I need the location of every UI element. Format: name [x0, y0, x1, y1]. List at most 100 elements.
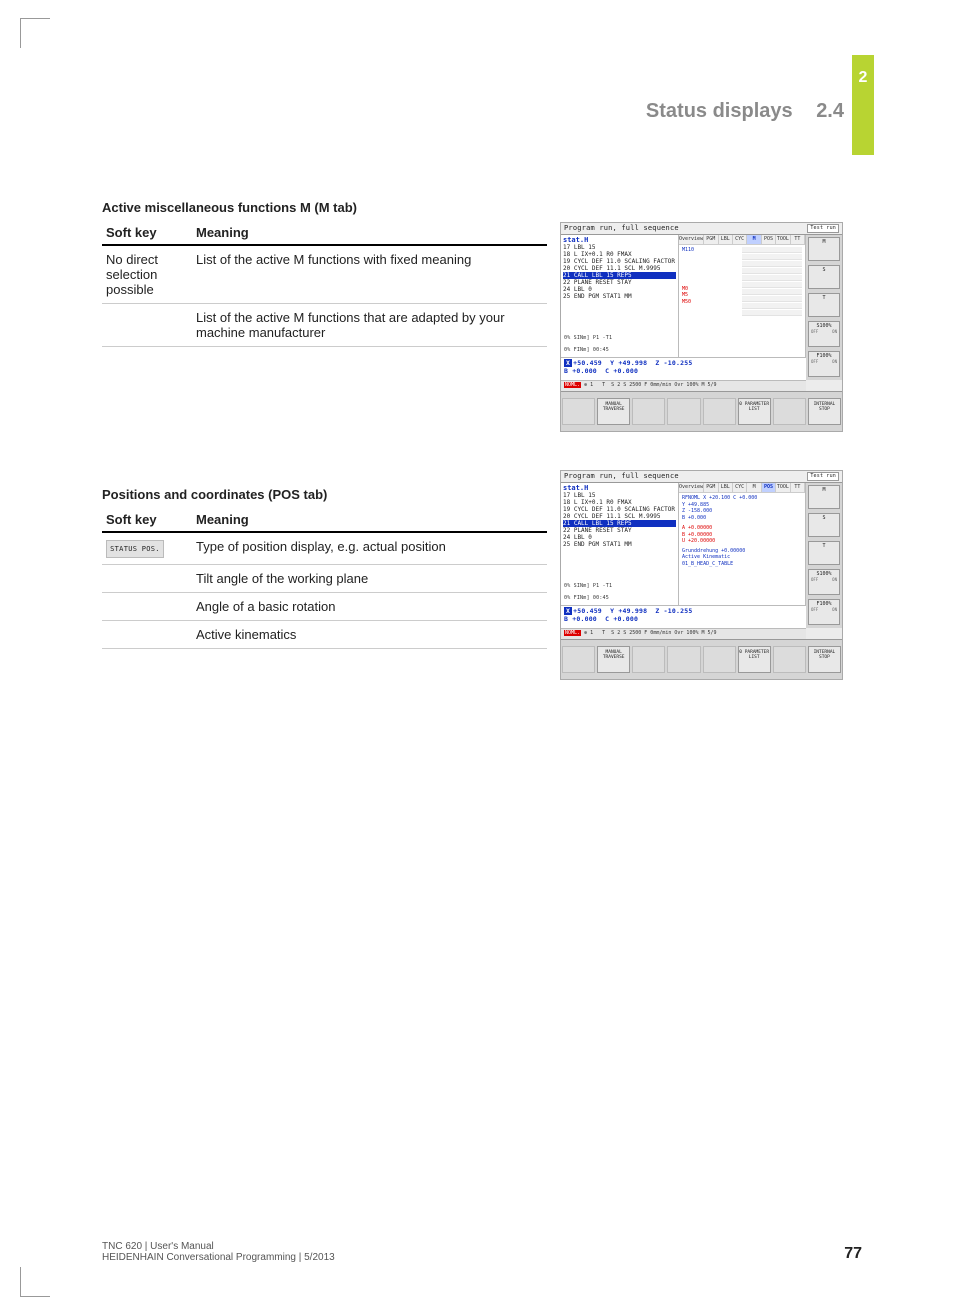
softkey[interactable] — [773, 646, 806, 673]
pgm-line: 25 END PGM STAT1 MM — [563, 293, 676, 300]
program-filename: stat.H — [563, 236, 676, 244]
override-bar: M S T S100%OFFON F100%OFFON — [806, 235, 842, 380]
tab-pgm[interactable]: PGM — [704, 235, 718, 244]
softkey-manual-traverse[interactable]: MANUAL TRAVERSE — [597, 398, 630, 425]
meaning-cell: Angle of a basic rotation — [192, 593, 547, 621]
pgm-line-highlight: 21 CALL LBL 15 REP5 — [563, 272, 676, 279]
section1-table: Soft key Meaning No direct selection pos… — [102, 221, 547, 347]
status-line: 0% SINm] P1 -T1 — [564, 335, 674, 341]
f-override[interactable]: F100%OFFON — [808, 599, 840, 625]
pgm-line: 22 PLANE RESET STAY — [563, 527, 676, 534]
pgm-line: 17 LBL 15 — [563, 244, 676, 251]
position-display: X+50.459 Y +49.998 Z -10.255 B +0.000 C … — [561, 357, 806, 380]
override-bar: M S T S100%OFFON F100%OFFON — [806, 483, 842, 628]
pgm-line-highlight: 21 CALL LBL 15 REP5 — [563, 520, 676, 527]
footer-line1: TNC 620 | User's Manual — [102, 1241, 335, 1252]
tab-pos[interactable]: POS — [762, 483, 776, 492]
col-meaning: Meaning — [192, 508, 547, 532]
table-row: List of the active M functions that are … — [102, 304, 547, 347]
window-title: Program run, full sequence — [564, 472, 679, 481]
program-filename: stat.H — [563, 484, 676, 492]
kinematic-name: 01_B_HEAD_C_TABLE — [682, 561, 802, 568]
softkey[interactable] — [562, 398, 595, 425]
meaning-cell: Active kinematics — [192, 621, 547, 649]
tab-overview[interactable]: Overview — [679, 483, 704, 492]
softkey-param-list[interactable]: 0 PARAMETER LIST — [738, 646, 771, 673]
softkey-cell: No direct selection possible — [102, 245, 192, 304]
tab-lbl[interactable]: LBL — [719, 235, 733, 244]
softkey-internal-stop[interactable]: INTERNAL STOP — [808, 646, 841, 673]
pgm-line: 17 LBL 15 — [563, 492, 676, 499]
softkey[interactable] — [562, 646, 595, 673]
position-display: X+50.459 Y +49.998 Z -10.255 B +0.000 C … — [561, 605, 806, 628]
section2-title: Positions and coordinates (POS tab) — [102, 487, 547, 502]
s-override[interactable]: S100%OFFON — [808, 321, 840, 347]
pgm-line: 24 LBL 0 — [563, 286, 676, 293]
pgm-line: 25 END PGM STAT1 MM — [563, 541, 676, 548]
chapter-tab: 2 — [852, 55, 874, 155]
col-softkey: Soft key — [102, 508, 192, 532]
softkey-cell — [102, 621, 192, 649]
status-pos-softkey[interactable]: STATUS POS. — [106, 540, 164, 558]
pgm-line: 18 L IX+0.1 R0 FMAX — [563, 251, 676, 258]
pgm-line: 19 CYCL DEF 11.0 SCALING FACTOR — [563, 258, 676, 265]
s-indicator[interactable]: S — [808, 265, 840, 289]
tab-pgm[interactable]: PGM — [704, 483, 718, 492]
table-row: No direct selection possible List of the… — [102, 245, 547, 304]
window-titlebar: Program run, full sequence Test run — [561, 223, 842, 235]
page-number: 77 — [844, 1245, 862, 1263]
tab-tool[interactable]: TOOL — [776, 483, 790, 492]
softkey[interactable] — [703, 646, 736, 673]
tab-tt[interactable]: TT — [791, 483, 805, 492]
window-title: Program run, full sequence — [564, 224, 679, 233]
f-override[interactable]: F100%OFFON — [808, 351, 840, 377]
t-indicator[interactable]: T — [808, 293, 840, 317]
pgm-line: 22 PLANE RESET STAY — [563, 279, 676, 286]
s-indicator[interactable]: S — [808, 513, 840, 537]
meaning-cell: Tilt angle of the working plane — [192, 565, 547, 593]
softkey-cell — [102, 565, 192, 593]
softkey[interactable] — [773, 398, 806, 425]
softkey[interactable] — [667, 398, 700, 425]
m-function-oem: M50 — [682, 299, 691, 305]
t-indicator[interactable]: T — [808, 541, 840, 565]
m-function-oem: M5 — [682, 292, 688, 298]
section2-table: Soft key Meaning STATUS POS. Type of pos… — [102, 508, 547, 649]
grid-placeholder — [742, 247, 802, 317]
tab-m[interactable]: M — [747, 235, 761, 244]
table-row: Angle of a basic rotation — [102, 593, 547, 621]
tab-cyc[interactable]: CYC — [733, 235, 747, 244]
page-footer: TNC 620 | User's Manual HEIDENHAIN Conve… — [102, 1241, 862, 1263]
s-override[interactable]: S100%OFFON — [808, 569, 840, 595]
col-softkey: Soft key — [102, 221, 192, 245]
tab-overview[interactable]: Overview — [679, 235, 704, 244]
softkey[interactable] — [667, 646, 700, 673]
softkey[interactable] — [632, 398, 665, 425]
tab-lbl[interactable]: LBL — [719, 483, 733, 492]
table-row: STATUS POS. Type of position display, e.… — [102, 532, 547, 565]
meaning-cell: Type of position display, e.g. actual po… — [192, 532, 547, 565]
tab-cyc[interactable]: CYC — [733, 483, 747, 492]
meaning-cell: List of the active M functions that are … — [192, 304, 547, 347]
tab-pos[interactable]: POS — [762, 235, 776, 244]
tab-tt[interactable]: TT — [791, 235, 805, 244]
table-row: Tilt angle of the working plane — [102, 565, 547, 593]
screenshot-m-tab: Program run, full sequence Test run stat… — [560, 222, 843, 432]
softkey-manual-traverse[interactable]: MANUAL TRAVERSE — [597, 646, 630, 673]
header-title: Status displays — [646, 100, 793, 122]
softkey[interactable] — [703, 398, 736, 425]
softkey-cell — [102, 593, 192, 621]
m-function-fixed: M110 — [682, 247, 694, 253]
softkey-internal-stop[interactable]: INTERNAL STOP — [808, 398, 841, 425]
tab-tool[interactable]: TOOL — [776, 235, 790, 244]
meaning-cell: List of the active M functions with fixe… — [192, 245, 547, 304]
m-indicator[interactable]: M — [808, 485, 840, 509]
tab-m[interactable]: M — [747, 483, 761, 492]
softkey[interactable] — [632, 646, 665, 673]
section1-title: Active miscellaneous functions M (M tab) — [102, 200, 547, 215]
page-header: Status displays 2.4 — [646, 100, 844, 123]
pgm-line: 19 CYCL DEF 11.0 SCALING FACTOR — [563, 506, 676, 513]
m-indicator[interactable]: M — [808, 237, 840, 261]
footer-line2: HEIDENHAIN Conversational Programming | … — [102, 1252, 335, 1263]
softkey-param-list[interactable]: 0 PARAMETER LIST — [738, 398, 771, 425]
